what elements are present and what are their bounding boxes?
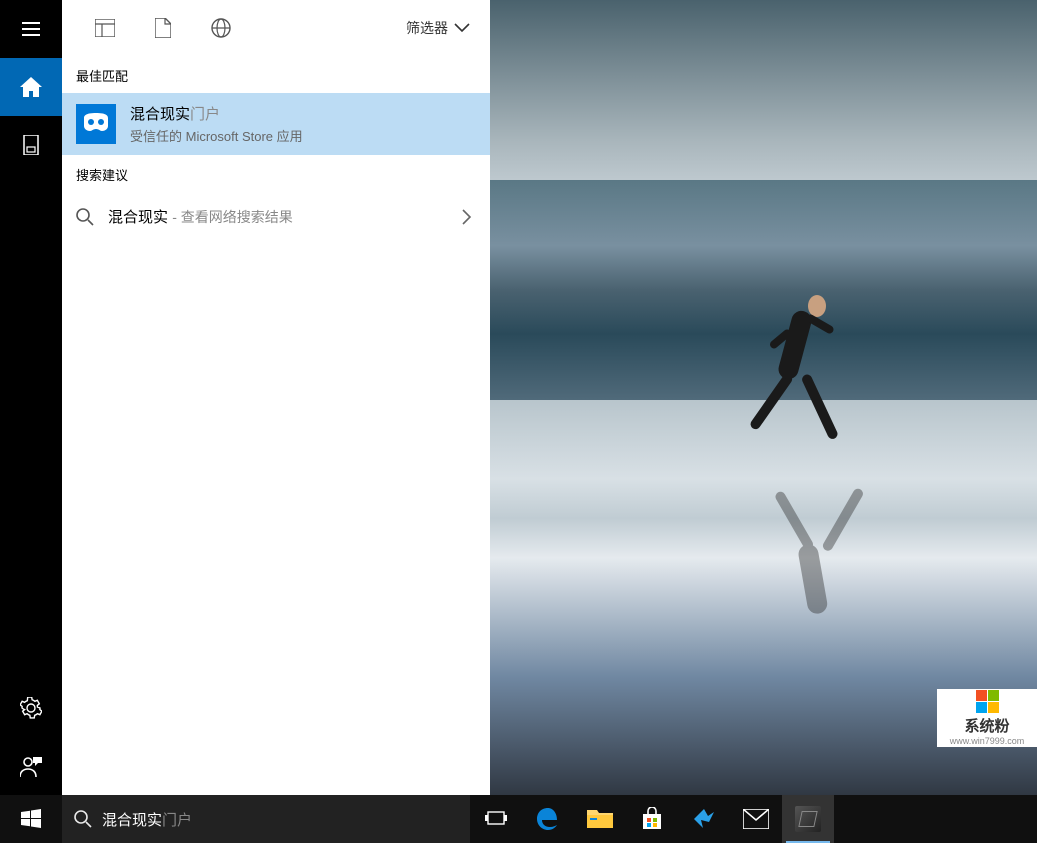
wallpaper-reflection	[762, 461, 887, 650]
wallpaper-runner	[750, 280, 860, 460]
graphics-app-button[interactable]	[782, 795, 834, 843]
suggestion-text: 混合现实 - 查看网络搜索结果	[108, 206, 293, 227]
suggestions-header: 搜索建议	[62, 155, 490, 192]
apps-icon	[95, 19, 115, 37]
taskbar: 混合现实门户	[0, 795, 1037, 843]
edge-icon	[535, 806, 561, 832]
search-icon	[74, 810, 92, 828]
file-explorer-button[interactable]	[574, 795, 626, 843]
feedback-button[interactable]	[0, 737, 62, 795]
store-button[interactable]	[626, 795, 678, 843]
home-button[interactable]	[0, 58, 62, 116]
watermark: 系统粉 www.win7999.com	[937, 689, 1037, 747]
cortana-rail	[0, 0, 62, 795]
start-button[interactable]	[0, 795, 62, 843]
notebook-icon	[22, 135, 40, 155]
settings-button[interactable]	[0, 679, 62, 737]
filter-web-button[interactable]	[192, 0, 250, 56]
cortana-top-filters: 筛选器	[62, 0, 490, 56]
result-title: 混合现实门户	[130, 103, 303, 124]
result-subtitle: 受信任的 Microsoft Store 应用	[130, 126, 303, 145]
windows-icon	[21, 809, 41, 829]
folder-icon	[587, 808, 613, 830]
mail-icon	[743, 809, 769, 829]
cortana-panel: 筛选器 最佳匹配 混合现实门户 受信任的 Microsoft Store 应用 …	[0, 0, 490, 795]
search-icon	[76, 208, 94, 226]
task-view-icon	[485, 810, 507, 828]
best-match-header: 最佳匹配	[62, 56, 490, 93]
mixed-reality-portal-icon	[76, 104, 116, 144]
hamburger-icon	[22, 22, 40, 36]
gear-icon	[20, 697, 42, 719]
taskbar-search-box[interactable]: 混合现实门户	[62, 795, 470, 843]
best-match-result[interactable]: 混合现实门户 受信任的 Microsoft Store 应用	[62, 93, 490, 155]
thunder-bird-icon	[691, 806, 717, 832]
cortana-results: 筛选器 最佳匹配 混合现实门户 受信任的 Microsoft Store 应用 …	[62, 0, 490, 795]
store-icon	[640, 807, 664, 831]
watermark-url: www.win7999.com	[950, 736, 1025, 746]
person-feedback-icon	[20, 755, 42, 777]
graphics-icon	[795, 806, 821, 832]
chevron-down-icon	[454, 23, 470, 33]
chevron-right-icon	[462, 209, 472, 225]
filter-apps-button[interactable]	[76, 0, 134, 56]
watermark-text: 系统粉	[964, 715, 1009, 736]
globe-icon	[211, 18, 231, 38]
home-icon	[20, 77, 42, 97]
microsoft-logo-icon	[976, 690, 999, 713]
hamburger-menu-button[interactable]	[0, 0, 62, 58]
task-view-button[interactable]	[470, 795, 522, 843]
filter-documents-button[interactable]	[134, 0, 192, 56]
notebook-button[interactable]	[0, 116, 62, 174]
mail-button[interactable]	[730, 795, 782, 843]
web-suggestion[interactable]: 混合现实 - 查看网络搜索结果	[62, 192, 490, 241]
filter-dropdown[interactable]: 筛选器	[400, 18, 476, 38]
filter-label: 筛选器	[406, 18, 448, 38]
thunder-app-button[interactable]	[678, 795, 730, 843]
document-icon	[155, 18, 171, 38]
search-input-text: 混合现实门户	[102, 809, 192, 830]
edge-button[interactable]	[522, 795, 574, 843]
